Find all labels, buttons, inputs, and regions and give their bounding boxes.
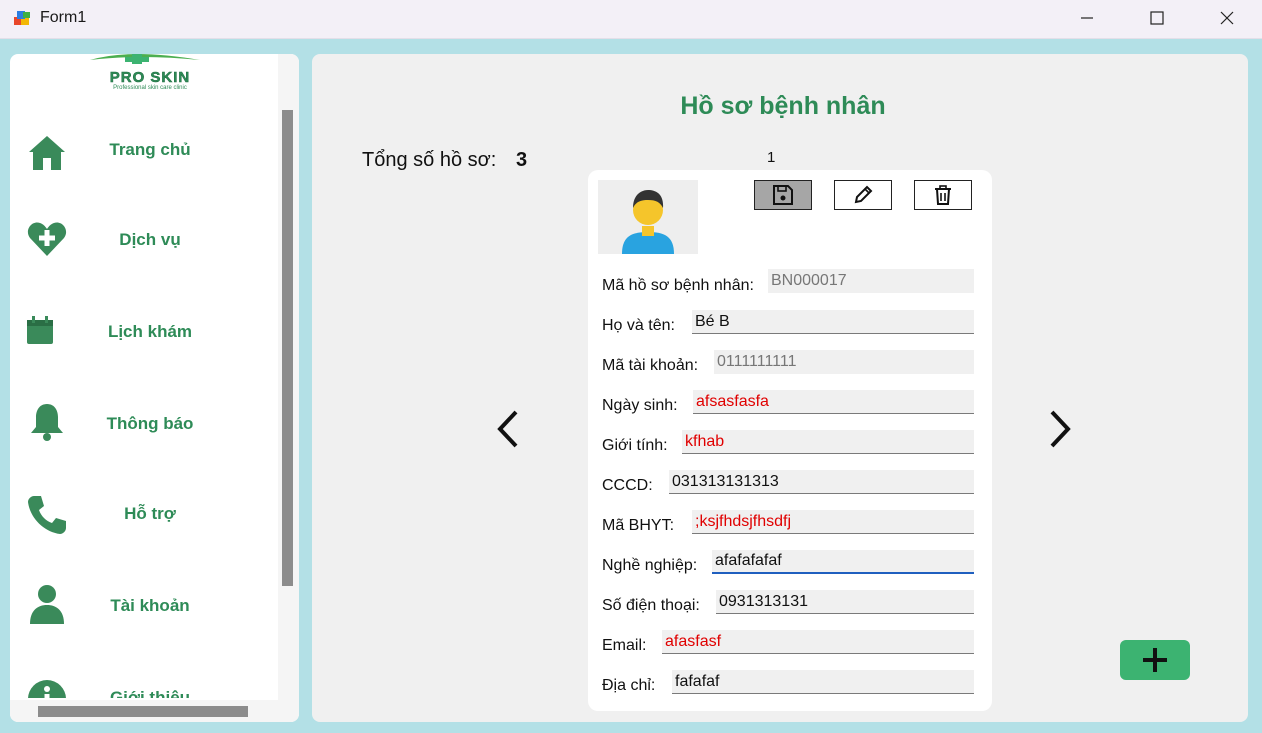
pro-skin-logo: PRO SKIN Professional skin care clinic	[90, 54, 200, 90]
sidebar-item-support[interactable]: Hỗ trợ	[10, 482, 275, 542]
maximize-button[interactable]	[1122, 0, 1192, 36]
calendar-icon	[27, 316, 53, 344]
person-avatar-icon	[622, 190, 674, 254]
sidebar-item-services[interactable]: Dịch vụ	[10, 210, 275, 270]
email-label: Email:	[602, 637, 647, 654]
maximize-icon	[1150, 11, 1164, 25]
previous-record-button[interactable]	[488, 404, 528, 454]
sidebar-item-notifications[interactable]: Thông báo	[10, 392, 275, 452]
add-record-button[interactable]	[1120, 640, 1190, 680]
account-id-label: Mã tài khoản:	[602, 357, 699, 374]
insurance-id-label: Mã BHYT:	[602, 517, 675, 534]
phone-label: Số điện thoại:	[602, 597, 700, 614]
sidebar-item-label: Tài khoản	[110, 596, 190, 615]
edit-button[interactable]	[834, 180, 892, 210]
minimize-icon	[1081, 17, 1093, 19]
floppy-disk-icon	[773, 185, 793, 205]
title-bar: Form1	[0, 0, 1262, 39]
sidebar-content: PRO SKIN Professional skin care clinic T…	[10, 54, 275, 698]
gender-field[interactable]	[682, 430, 974, 454]
next-record-button[interactable]	[1040, 404, 1080, 454]
minimize-button[interactable]	[1052, 0, 1122, 36]
citizen-id-label: CCCD:	[602, 477, 653, 494]
delete-button[interactable]	[914, 180, 972, 210]
patient-avatar	[598, 180, 698, 254]
birth-date-label: Ngày sinh:	[602, 397, 678, 414]
svg-text:PRO SKIN: PRO SKIN	[110, 69, 191, 86]
main-panel: Hồ sơ bệnh nhân Tổng số hồ sơ: 3 1 Mã hồ…	[312, 54, 1248, 722]
trash-icon	[935, 185, 951, 205]
sidebar-item-about[interactable]: Giới thiệu	[10, 666, 275, 698]
plus-icon	[1143, 648, 1167, 672]
full-name-field[interactable]	[692, 310, 974, 334]
home-icon	[29, 136, 65, 170]
account-id-field[interactable]	[714, 350, 974, 374]
sidebar-item-home[interactable]: Trang chủ	[10, 120, 275, 180]
sidebar-item-label: Thông báo	[106, 414, 194, 433]
chevron-left-icon	[497, 410, 518, 448]
chevron-right-icon	[1050, 410, 1071, 448]
close-icon	[1220, 11, 1234, 25]
close-button[interactable]	[1192, 0, 1262, 36]
svg-text:Professional skin care clinic: Professional skin care clinic	[113, 85, 187, 90]
sidebar: PRO SKIN Professional skin care clinic T…	[10, 54, 299, 722]
info-icon	[28, 680, 66, 698]
record-id-label: Mã hồ sơ bệnh nhân:	[602, 277, 754, 294]
occupation-label: Nghề nghiệp:	[602, 557, 698, 574]
sidebar-item-label: Dịch vụ	[119, 230, 181, 249]
record-id-field[interactable]	[768, 269, 974, 293]
pencil-icon	[854, 185, 873, 204]
app-icon	[14, 11, 30, 25]
total-records-value: 3	[516, 149, 528, 171]
bell-icon	[31, 404, 63, 441]
sidebar-item-label: Lịch khám	[107, 322, 193, 341]
address-label: Địa chỉ:	[602, 677, 656, 694]
full-name-label: Họ và tên:	[602, 317, 675, 334]
sidebar-item-label: Trang chủ	[109, 140, 191, 159]
window-title: Form1	[40, 9, 87, 26]
address-field[interactable]	[672, 670, 974, 694]
insurance-id-field[interactable]	[692, 510, 974, 534]
phone-field[interactable]	[716, 590, 974, 614]
email-field[interactable]	[662, 630, 974, 654]
phone-icon	[28, 496, 66, 534]
heart-plus-icon	[27, 222, 67, 256]
save-button[interactable]	[754, 180, 812, 210]
sidebar-item-label: Hỗ trợ	[124, 504, 176, 523]
vertical-scrollbar-thumb[interactable]	[282, 110, 293, 586]
horizontal-scrollbar-thumb[interactable]	[38, 706, 248, 717]
record-index: 1	[767, 149, 776, 166]
patient-record-card: Mã hồ sơ bệnh nhân: Họ và tên: Mã tài kh…	[588, 170, 992, 711]
sidebar-item-label: Giới thiệu	[109, 688, 191, 698]
occupation-field[interactable]	[712, 550, 974, 574]
page-title: Hồ sơ bệnh nhân	[680, 92, 886, 120]
citizen-id-field[interactable]	[669, 470, 974, 494]
sidebar-item-account[interactable]: Tài khoản	[10, 574, 275, 634]
total-records-label: Tổng số hồ sơ:	[362, 149, 497, 171]
user-icon	[30, 585, 64, 624]
gender-label: Giới tính:	[602, 437, 668, 454]
birth-date-field[interactable]	[693, 390, 974, 414]
sidebar-item-appointments[interactable]: Lịch khám	[10, 300, 275, 360]
